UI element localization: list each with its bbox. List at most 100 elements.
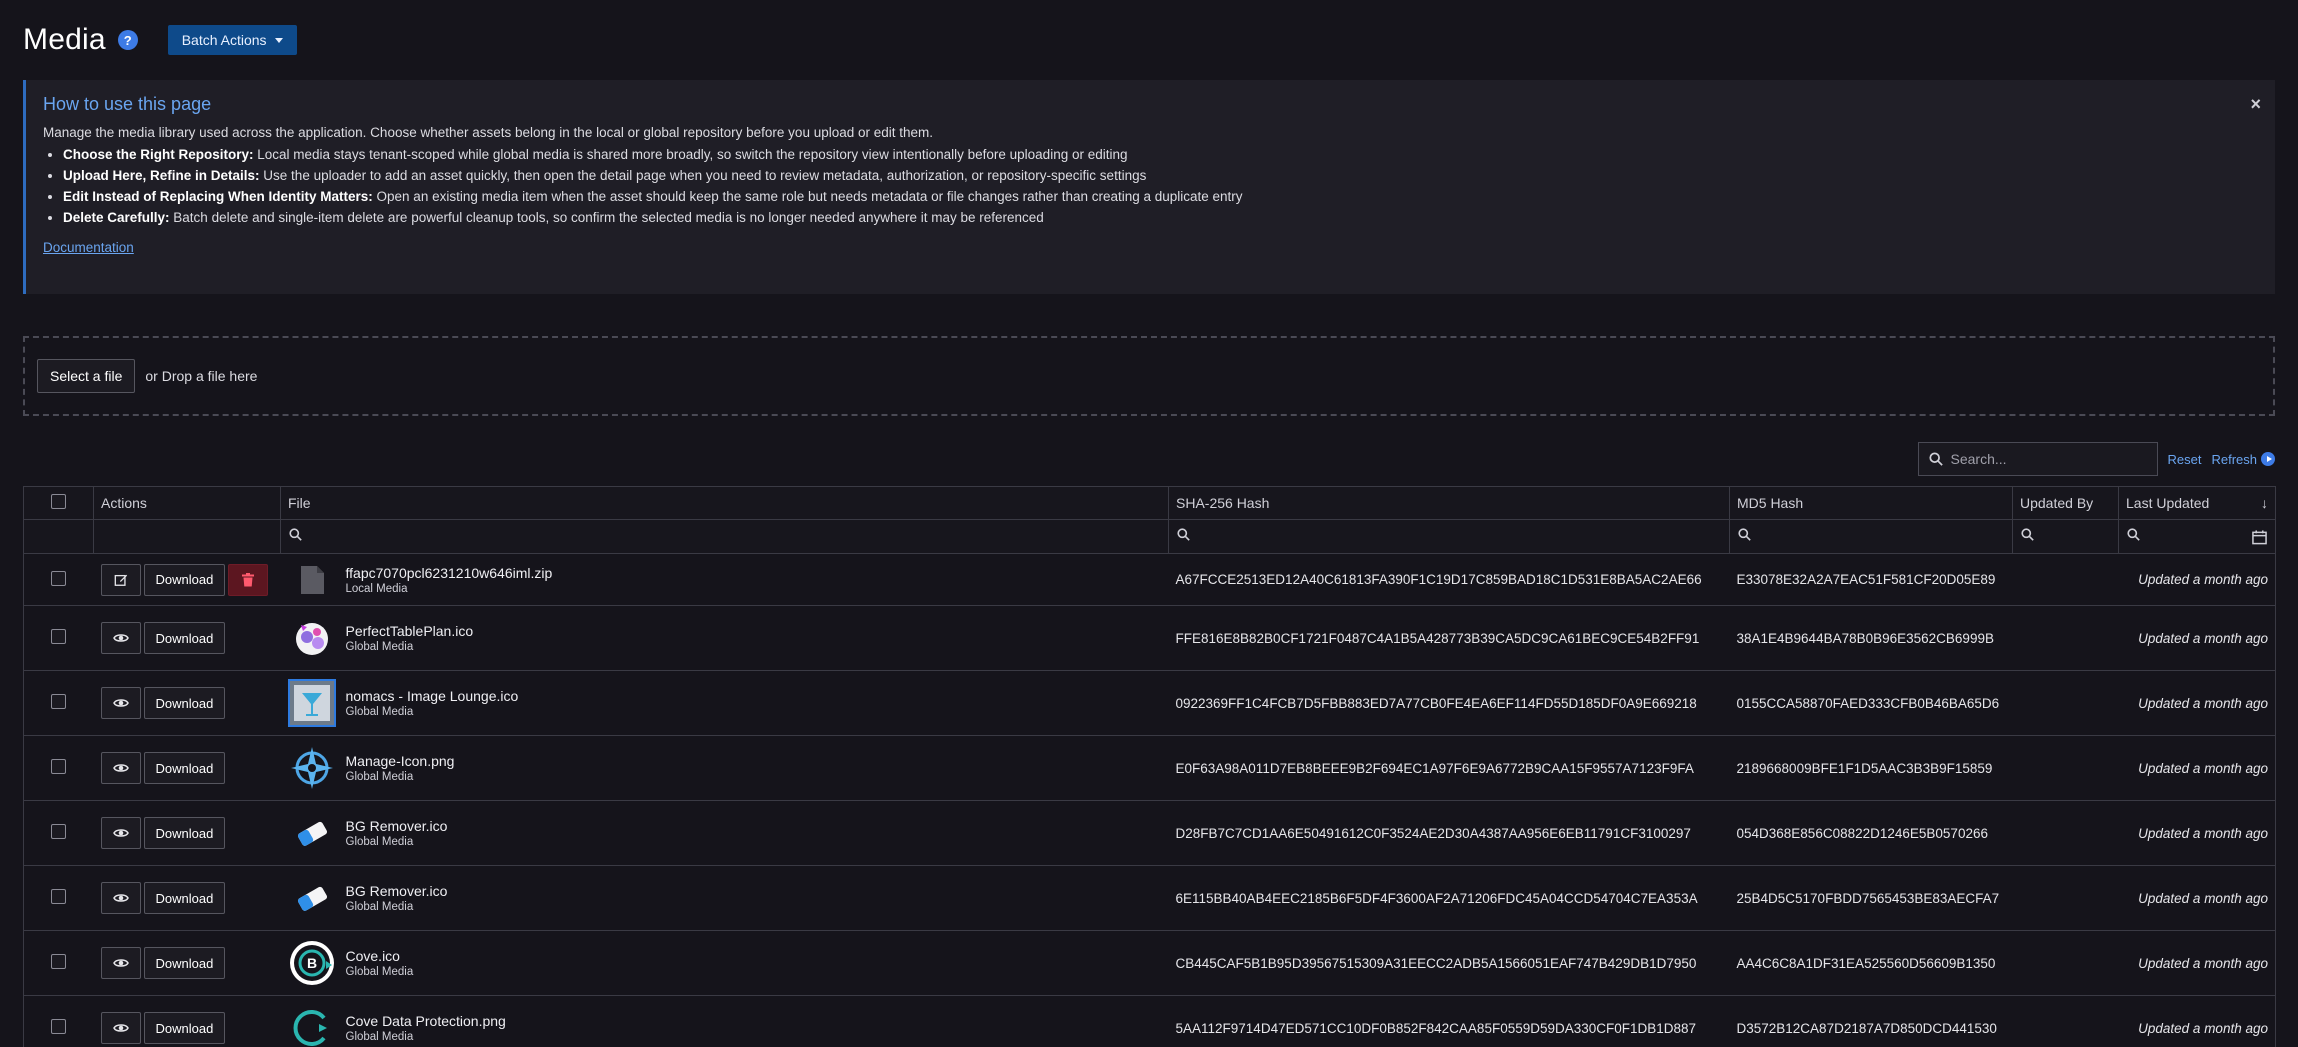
file-cell: Cove Data Protection.png Global Media xyxy=(280,995,1169,1047)
edit-button[interactable] xyxy=(100,563,141,596)
file-text: Cove Data Protection.png Global Media xyxy=(346,1013,506,1043)
download-button[interactable]: Download xyxy=(143,947,226,979)
view-button[interactable] xyxy=(100,947,141,979)
md5-cell: 38A1E4B9644BA78B0B96E3562CB6999B xyxy=(1729,605,2013,671)
table-row[interactable]: Download Cove Data Protection.png Global… xyxy=(23,995,2276,1047)
tip-text: Use the uploader to add an asset quickly… xyxy=(259,168,1147,183)
row-checkbox[interactable] xyxy=(51,759,67,774)
actions-cell: Download xyxy=(93,553,281,606)
drop-hint: or Drop a file here xyxy=(145,368,258,384)
help-intro: Manage the media library used across the… xyxy=(43,125,934,140)
view-button[interactable] xyxy=(100,1012,141,1044)
column-header-sha256[interactable]: SHA-256 Hash xyxy=(1168,486,1730,520)
global-search[interactable] xyxy=(1917,442,2158,476)
updated-by-cell xyxy=(2012,995,2119,1047)
delete-button[interactable] xyxy=(228,563,269,596)
refresh-label: Refresh xyxy=(2211,451,2257,467)
page-header: Media ? Batch Actions xyxy=(23,0,2275,80)
tip-text: Open an existing media item when the ass… xyxy=(372,189,1243,204)
row-checkbox[interactable] xyxy=(51,629,67,644)
file-name[interactable]: Cove Data Protection.png xyxy=(346,1013,506,1029)
md5-filter[interactable] xyxy=(1729,519,2013,554)
row-checkbox[interactable] xyxy=(51,1019,67,1034)
file-cell: ffapc7070pcl6231210w646iml.zip Local Med… xyxy=(280,553,1169,606)
row-select-cell xyxy=(23,553,94,606)
download-button[interactable]: Download xyxy=(143,817,226,849)
caret-down-icon xyxy=(274,37,283,43)
table-row[interactable]: Download nomacs - Image Lounge.ico Globa… xyxy=(23,670,2276,736)
row-checkbox[interactable] xyxy=(51,570,67,586)
file-name[interactable]: BG Remover.ico xyxy=(346,818,448,834)
updated-by-filter[interactable] xyxy=(2012,519,2119,554)
help-icon[interactable]: ? xyxy=(117,30,138,50)
eye-icon xyxy=(112,764,129,772)
calendar-icon[interactable] xyxy=(2252,530,2267,545)
file-thumbnail xyxy=(288,744,336,792)
download-button[interactable]: Download xyxy=(143,563,226,596)
documentation-link[interactable]: Documentation xyxy=(43,240,134,255)
file-upload-dropzone[interactable]: Select a file or Drop a file here xyxy=(23,336,2275,416)
column-header-last-updated[interactable]: Last Updated ↓ xyxy=(2118,486,2276,520)
download-button[interactable]: Download xyxy=(143,752,226,784)
column-header-md5[interactable]: MD5 Hash xyxy=(1729,486,2013,520)
table-row[interactable]: Download Manage-Icon.png Global Media E0… xyxy=(23,735,2276,801)
last-updated-filter[interactable] xyxy=(2118,519,2276,554)
table-row[interactable]: Download B Cove.ico Global Media CB445CA… xyxy=(23,930,2276,996)
file-name[interactable]: ffapc7070pcl6231210w646iml.zip xyxy=(346,565,553,581)
download-button[interactable]: Download xyxy=(143,687,226,719)
search-input[interactable] xyxy=(1950,451,2151,467)
file-name[interactable]: Cove.ico xyxy=(346,948,414,964)
file-name[interactable]: Manage-Icon.png xyxy=(346,753,455,769)
view-button[interactable] xyxy=(100,687,141,719)
select-all-checkbox[interactable] xyxy=(51,494,66,509)
refresh-button[interactable]: Refresh xyxy=(2211,452,2275,467)
md5-cell: 054D368E856C08822D1246E5B0570266 xyxy=(1729,800,2013,866)
column-header-file[interactable]: File xyxy=(280,486,1169,520)
column-header-updated-by[interactable]: Updated By xyxy=(2012,486,2119,520)
actions-cell: Download xyxy=(93,735,281,801)
batch-actions-label: Batch Actions xyxy=(181,32,267,48)
batch-actions-button[interactable]: Batch Actions xyxy=(167,25,297,55)
sha256-cell: A67FCCE2513ED12A40C61813FA390F1C19D17C85… xyxy=(1168,553,1730,606)
row-checkbox[interactable] xyxy=(51,694,67,709)
view-button[interactable] xyxy=(100,622,141,654)
search-icon xyxy=(2021,528,2034,541)
last-updated-label: Last Updated xyxy=(2126,495,2210,511)
reset-button[interactable]: Reset xyxy=(2168,452,2202,467)
table-row[interactable]: Download ffapc7070pcl6231210w646iml.zip … xyxy=(23,553,2276,606)
table-row[interactable]: Download BG Remover.ico Global Media 6E1… xyxy=(23,865,2276,931)
close-icon[interactable]: × xyxy=(2250,94,2261,115)
file-name[interactable]: PerfectTablePlan.ico xyxy=(346,623,474,639)
select-file-button[interactable]: Select a file xyxy=(37,359,136,393)
row-select-cell xyxy=(23,995,94,1047)
search-icon xyxy=(1928,452,1943,466)
download-button[interactable]: Download xyxy=(143,882,226,914)
row-checkbox[interactable] xyxy=(51,954,67,969)
repository-label: Global Media xyxy=(345,901,414,913)
sha256-cell: FFE816E8B82B0CF1721F0487C4A1B5A428773B39… xyxy=(1168,605,1730,671)
sha256-filter[interactable] xyxy=(1168,519,1730,554)
file-name[interactable]: BG Remover.ico xyxy=(346,883,448,899)
actions-cell: Download xyxy=(93,670,281,736)
file-name[interactable]: nomacs - Image Lounge.ico xyxy=(346,688,519,704)
table-row[interactable]: Download BG Remover.ico Global Media D28… xyxy=(23,800,2276,866)
row-actions: Download xyxy=(100,947,274,979)
updated-by-cell xyxy=(2012,865,2119,931)
file-thumbnail xyxy=(288,809,336,857)
view-button[interactable] xyxy=(100,817,141,849)
file-filter[interactable] xyxy=(280,519,1169,554)
tip-label: Choose the Right Repository: xyxy=(63,147,254,162)
row-select-cell xyxy=(23,930,94,996)
table-row[interactable]: Download PerfectTablePlan.ico Global Med… xyxy=(23,605,2276,671)
view-button[interactable] xyxy=(100,882,141,914)
search-icon xyxy=(1177,528,1190,541)
updated-by-cell xyxy=(2012,930,2119,996)
download-button[interactable]: Download xyxy=(143,1012,226,1044)
sort-icon[interactable]: ↓ xyxy=(2261,495,2268,511)
help-tip: Upload Here, Refine in Details: Use the … xyxy=(63,165,2258,186)
row-checkbox[interactable] xyxy=(51,824,67,839)
row-checkbox[interactable] xyxy=(51,889,67,904)
refresh-icon xyxy=(2261,452,2275,466)
view-button[interactable] xyxy=(100,752,141,784)
download-button[interactable]: Download xyxy=(143,622,226,654)
